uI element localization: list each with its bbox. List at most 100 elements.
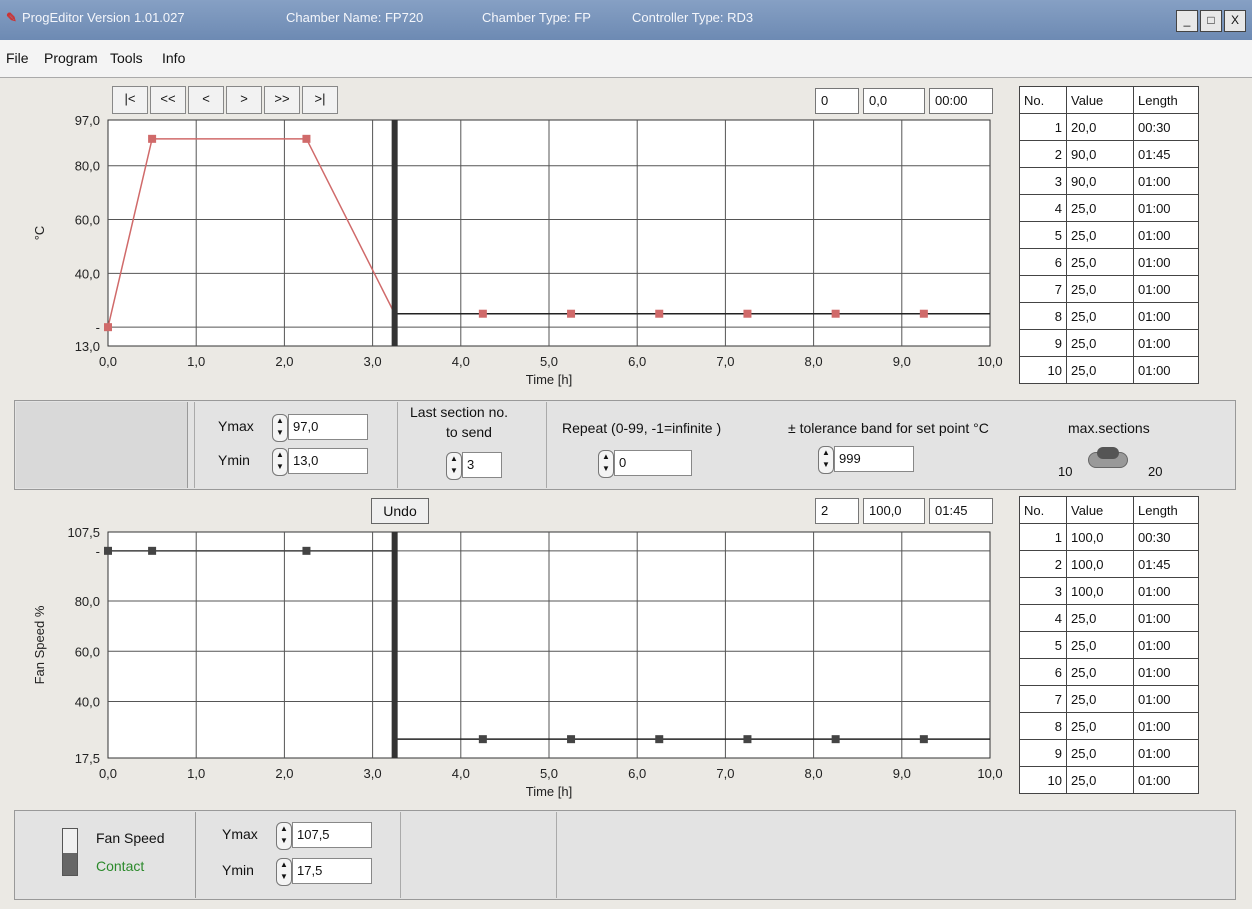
max-sections-switch[interactable] [1088, 447, 1128, 468]
cell-value[interactable]: 25,0 [1066, 658, 1134, 686]
maximize-button[interactable]: □ [1200, 10, 1222, 32]
cell-value[interactable]: 100,0 [1066, 577, 1134, 605]
temp-ymax-spinner[interactable]: ▲ ▼ [272, 414, 288, 442]
fan-ymin-spinner[interactable]: ▲ ▼ [276, 858, 292, 886]
table-row[interactable]: 5 25,0 01:00 [1019, 221, 1199, 249]
cell-no: 1 [1019, 113, 1067, 141]
cell-value[interactable]: 25,0 [1066, 712, 1134, 740]
channel-toggle[interactable] [62, 828, 78, 876]
cell-length[interactable]: 01:00 [1133, 329, 1199, 357]
cell-length[interactable]: 01:00 [1133, 577, 1199, 605]
cell-value[interactable]: 25,0 [1066, 302, 1134, 330]
tolerance-spinner[interactable]: ▲ ▼ [818, 446, 834, 474]
cell-length[interactable]: 00:30 [1133, 113, 1199, 141]
menu-program[interactable]: Program [44, 50, 98, 66]
cell-length[interactable]: 01:00 [1133, 712, 1199, 740]
x-tick-label: 8,0 [805, 354, 823, 369]
table-row[interactable]: 5 25,0 01:00 [1019, 631, 1199, 659]
table-row[interactable]: 7 25,0 01:00 [1019, 685, 1199, 713]
repeat-field[interactable]: 0 [614, 450, 692, 476]
menu-tools[interactable]: Tools [110, 50, 143, 66]
cell-value[interactable]: 100,0 [1066, 523, 1134, 551]
cell-value[interactable]: 90,0 [1066, 140, 1134, 168]
temp-ymin-field[interactable]: 13,0 [288, 448, 368, 474]
cell-length[interactable]: 01:00 [1133, 356, 1199, 384]
cell-value[interactable]: 25,0 [1066, 329, 1134, 357]
table-row[interactable]: 9 25,0 01:00 [1019, 329, 1199, 357]
close-button[interactable]: X [1224, 10, 1246, 32]
cell-length[interactable]: 01:00 [1133, 248, 1199, 276]
cell-length[interactable]: 01:45 [1133, 140, 1199, 168]
cell-value[interactable]: 25,0 [1066, 604, 1134, 632]
temperature-chart[interactable]: 97,0 80,0 60,0 40,0 - 13,00,0 1,0 2,0 3,0 4,0 5,0 6… [14, 110, 1014, 398]
table-row[interactable]: 1 100,0 00:30 [1019, 523, 1199, 551]
fan-speed-label[interactable]: Fan Speed [96, 830, 165, 846]
cell-value[interactable]: 25,0 [1066, 194, 1134, 222]
table-row[interactable]: 8 25,0 01:00 [1019, 712, 1199, 740]
menu-file[interactable]: File [6, 50, 29, 66]
x-axis-label: Time [h] [526, 784, 572, 799]
table-row[interactable]: 10 25,0 01:00 [1019, 766, 1199, 794]
blank-panel-section [16, 402, 188, 488]
table-row[interactable]: 7 25,0 01:00 [1019, 275, 1199, 303]
cell-length[interactable]: 01:00 [1133, 604, 1199, 632]
cell-value[interactable]: 25,0 [1066, 631, 1134, 659]
cell-length[interactable]: 01:45 [1133, 550, 1199, 578]
toggle-thumb-icon[interactable] [63, 853, 77, 875]
menu-info[interactable]: Info [162, 50, 185, 66]
table-row[interactable]: 1 20,0 00:30 [1019, 113, 1199, 141]
cell-length[interactable]: 01:00 [1133, 658, 1199, 686]
cell-length[interactable]: 01:00 [1133, 302, 1199, 330]
last-section-field[interactable]: 3 [462, 452, 502, 478]
temp-ymin-spinner[interactable]: ▲ ▼ [272, 448, 288, 476]
cell-length[interactable]: 01:00 [1133, 275, 1199, 303]
cell-length[interactable]: 01:00 [1133, 739, 1199, 767]
cell-length[interactable]: 01:00 [1133, 685, 1199, 713]
tolerance-field[interactable]: 999 [834, 446, 914, 472]
cell-value[interactable]: 25,0 [1066, 248, 1134, 276]
cell-value[interactable]: 25,0 [1066, 275, 1134, 303]
table-row[interactable]: 6 25,0 01:00 [1019, 658, 1199, 686]
fan-ymax-spinner[interactable]: ▲ ▼ [276, 822, 292, 850]
temp-ymax-field[interactable]: 97,0 [288, 414, 368, 440]
cell-value[interactable]: 100,0 [1066, 550, 1134, 578]
fan-speed-chart[interactable]: 107,5 - 80,0 60,0 40,0 17,50,0 1,0 2,0 3,0 4,0 5,0… [14, 522, 1014, 810]
cell-value[interactable]: 25,0 [1066, 221, 1134, 249]
table-row[interactable]: 2 100,0 01:45 [1019, 550, 1199, 578]
table-row[interactable]: 3 90,0 01:00 [1019, 167, 1199, 195]
table-row[interactable]: 3 100,0 01:00 [1019, 577, 1199, 605]
fan-time-readout[interactable]: 01:45 [929, 498, 993, 524]
last-section-spinner[interactable]: ▲ ▼ [446, 452, 462, 480]
cell-length[interactable]: 01:00 [1133, 194, 1199, 222]
repeat-spinner[interactable]: ▲ ▼ [598, 450, 614, 478]
cell-value[interactable]: 20,0 [1066, 113, 1134, 141]
x-tick-label: 6,0 [628, 354, 646, 369]
table-row[interactable]: 4 25,0 01:00 [1019, 604, 1199, 632]
fan-section-readout[interactable]: 2 [815, 498, 859, 524]
fan-ymin-field[interactable]: 17,5 [292, 858, 372, 884]
fan-value-readout[interactable]: 100,0 [863, 498, 925, 524]
cell-length[interactable]: 01:00 [1133, 221, 1199, 249]
table-row[interactable]: 4 25,0 01:00 [1019, 194, 1199, 222]
table-row[interactable]: 2 90,0 01:45 [1019, 140, 1199, 168]
table-row[interactable]: 10 25,0 01:00 [1019, 356, 1199, 384]
cell-value[interactable]: 25,0 [1066, 766, 1134, 794]
cell-value[interactable]: 25,0 [1066, 739, 1134, 767]
table-row[interactable]: 6 25,0 01:00 [1019, 248, 1199, 276]
cell-value[interactable]: 25,0 [1066, 685, 1134, 713]
undo-button[interactable]: Undo [371, 498, 429, 524]
minimize-button[interactable]: _ [1176, 10, 1198, 32]
cell-no: 8 [1019, 302, 1067, 330]
cell-length[interactable]: 01:00 [1133, 631, 1199, 659]
cell-length[interactable]: 01:00 [1133, 167, 1199, 195]
contact-label[interactable]: Contact [96, 858, 144, 874]
cell-no: 1 [1019, 523, 1067, 551]
fan-ymax-field[interactable]: 107,5 [292, 822, 372, 848]
cell-value[interactable]: 25,0 [1066, 356, 1134, 384]
cell-length[interactable]: 01:00 [1133, 766, 1199, 794]
cell-value[interactable]: 90,0 [1066, 167, 1134, 195]
cell-length[interactable]: 00:30 [1133, 523, 1199, 551]
table-row[interactable]: 9 25,0 01:00 [1019, 739, 1199, 767]
table-row[interactable]: 8 25,0 01:00 [1019, 302, 1199, 330]
switch-knob-icon[interactable] [1097, 447, 1119, 459]
